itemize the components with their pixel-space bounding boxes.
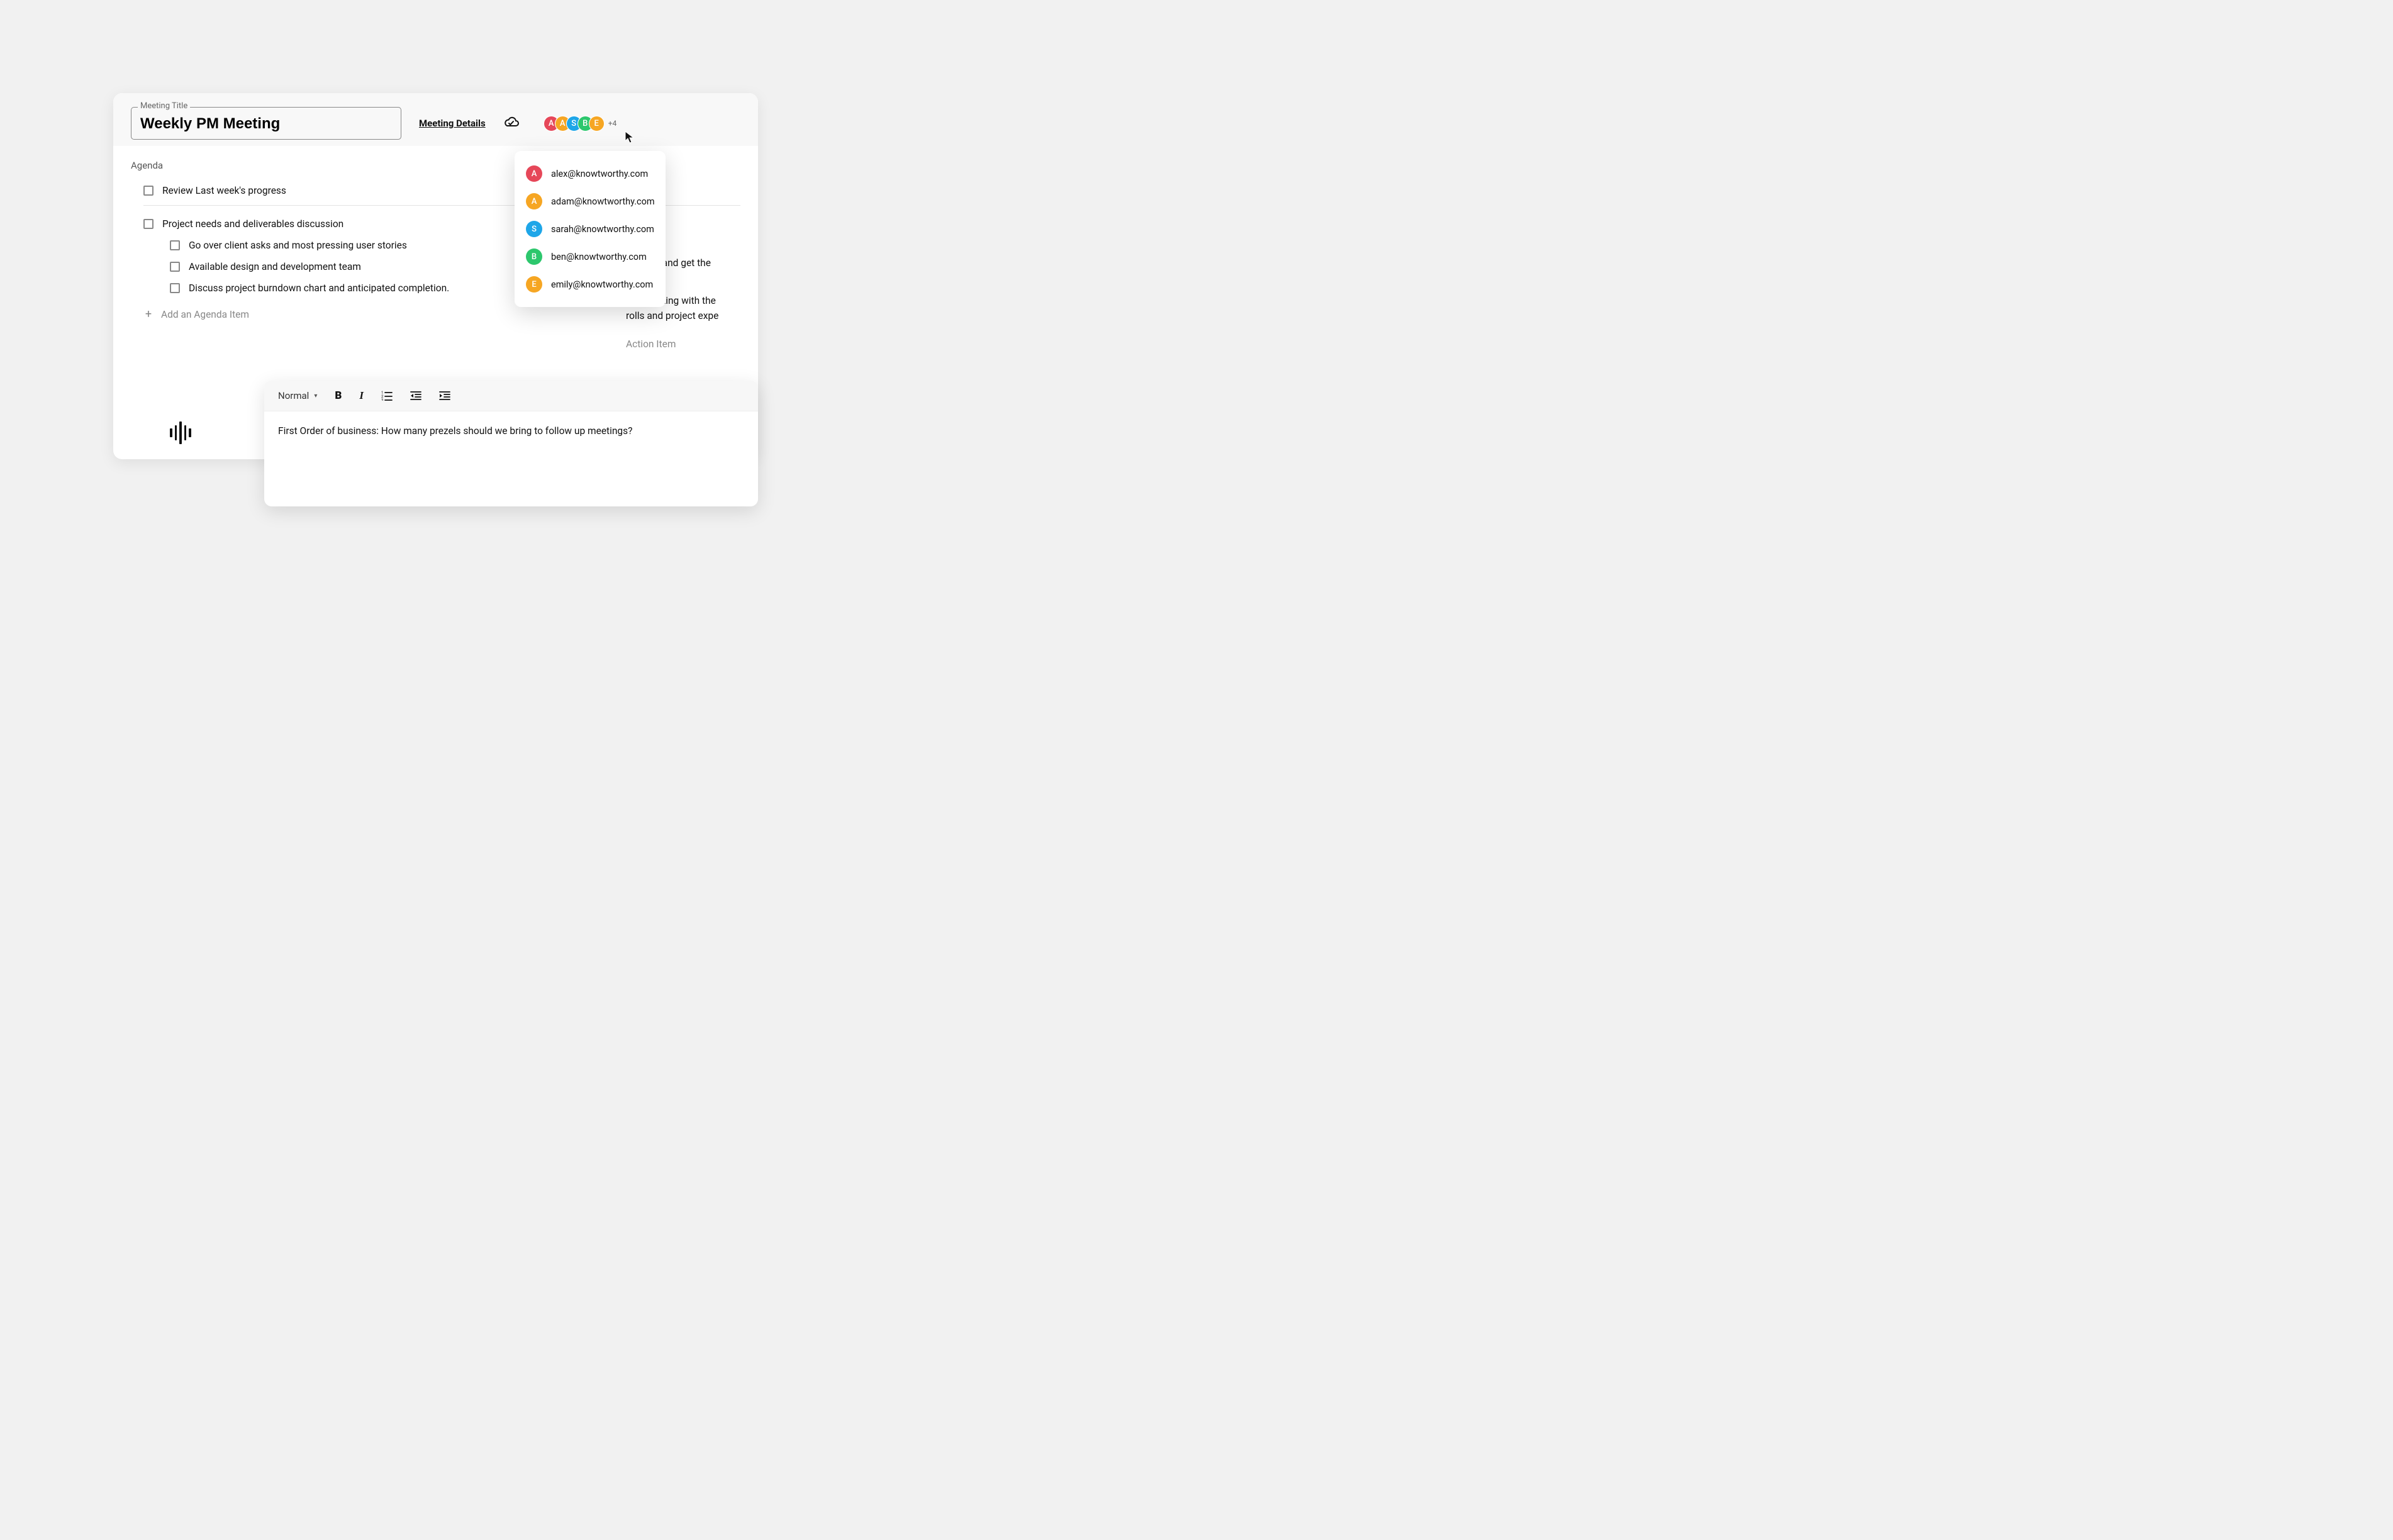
notes-editor-card: Normal ▾ B I 1 2 3 xyxy=(264,381,758,506)
avatar: A xyxy=(526,193,542,209)
attendee-avatar-stack[interactable]: AASBE+4 xyxy=(544,116,617,131)
indent-increase-button[interactable] xyxy=(439,391,450,401)
audio-waveform-icon[interactable] xyxy=(170,421,191,444)
agenda-item-text: Project needs and deliverables discussio… xyxy=(162,218,343,230)
checkbox[interactable] xyxy=(143,186,153,196)
checkbox[interactable] xyxy=(170,283,180,293)
editor-body[interactable]: First Order of business: How many prezel… xyxy=(264,411,758,450)
checkbox[interactable] xyxy=(170,262,180,272)
avatar: S xyxy=(526,221,542,237)
numbered-list-button[interactable]: 1 2 3 xyxy=(381,391,393,401)
avatar: A xyxy=(526,165,542,182)
avatar[interactable]: E xyxy=(589,116,605,131)
meeting-details-link[interactable]: Meeting Details xyxy=(419,118,486,129)
indent-decrease-button[interactable] xyxy=(410,391,421,401)
attendee-email: ben@knowtworthy.com xyxy=(551,252,647,262)
avatar: B xyxy=(526,248,542,265)
svg-text:3: 3 xyxy=(381,398,383,401)
chevron-down-icon: ▾ xyxy=(314,393,317,399)
text-style-label: Normal xyxy=(278,390,309,401)
agenda-item-text: Go over client asks and most pressing us… xyxy=(189,240,407,251)
attendee-list-item[interactable]: Eemily@knowtworthy.com xyxy=(521,271,659,298)
agenda-item-text: Discuss project burndown chart and antic… xyxy=(189,282,449,294)
action-item-text: rolls and project expe xyxy=(626,308,758,323)
attendee-list-item[interactable]: Aadam@knowtworthy.com xyxy=(521,187,659,215)
attendee-email: alex@knowtworthy.com xyxy=(551,169,648,179)
italic-button[interactable]: I xyxy=(359,389,364,402)
attendee-overflow-count[interactable]: +4 xyxy=(608,119,617,128)
checkbox[interactable] xyxy=(170,240,180,250)
agenda-item-text: Available design and development team xyxy=(189,261,361,272)
text-style-select[interactable]: Normal ▾ xyxy=(278,390,317,401)
avatar: E xyxy=(526,276,542,293)
attendee-email: sarah@knowtworthy.com xyxy=(551,224,654,235)
meeting-title-label: Meeting Title xyxy=(138,101,190,111)
cloud-sync-icon xyxy=(503,116,520,131)
attendee-popover: Aalex@knowtworthy.comAadam@knowtworthy.c… xyxy=(515,151,666,307)
agenda-item-text: Review Last week's progress xyxy=(162,185,286,196)
attendee-email: adam@knowtworthy.com xyxy=(551,196,655,207)
editor-toolbar: Normal ▾ B I 1 2 3 xyxy=(264,381,758,411)
attendee-list-item[interactable]: Aalex@knowtworthy.com xyxy=(521,160,659,187)
attendee-list-item[interactable]: Ssarah@knowtworthy.com xyxy=(521,215,659,243)
bold-button[interactable]: B xyxy=(335,389,342,402)
checkbox[interactable] xyxy=(143,219,153,229)
meeting-title-field[interactable]: Meeting Title xyxy=(131,107,401,140)
meeting-title-input[interactable] xyxy=(140,115,392,133)
attendee-list-item[interactable]: Bben@knowtworthy.com xyxy=(521,243,659,271)
editor-text: First Order of business: How many prezel… xyxy=(278,425,744,437)
add-agenda-label: Add an Agenda Item xyxy=(161,309,249,320)
cursor-icon xyxy=(625,131,636,147)
add-action-item-label: Action Item xyxy=(626,338,758,350)
plus-icon: + xyxy=(143,308,153,321)
attendee-email: emily@knowtworthy.com xyxy=(551,279,653,290)
header: Meeting Title Meeting Details AASBE+4 xyxy=(113,93,758,146)
